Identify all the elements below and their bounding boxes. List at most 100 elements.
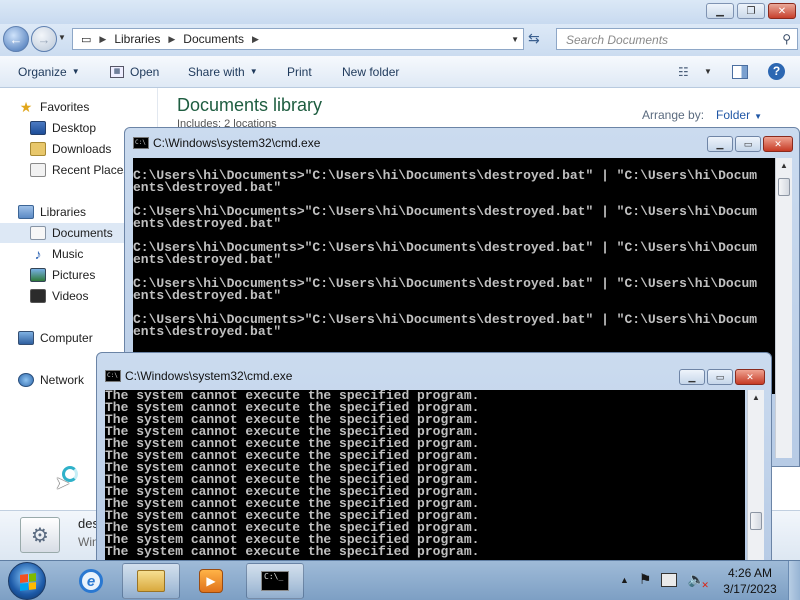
- taskbar-media-player[interactable]: ▶: [182, 563, 240, 599]
- cmd-caption-buttons: ▁ ▭ ✕: [679, 369, 765, 385]
- computer-icon: [18, 331, 34, 345]
- minimize-button[interactable]: ▁: [707, 136, 733, 152]
- vertical-scrollbar[interactable]: ▲: [747, 390, 764, 563]
- media-player-icon: ▶: [199, 569, 223, 593]
- cmd-titlebar[interactable]: C:\ C:\Windows\system32\cmd.exe: [133, 128, 320, 158]
- view-options-icon[interactable]: ☷: [678, 65, 689, 79]
- close-button[interactable]: ✕: [768, 3, 796, 19]
- chevron-right-icon[interactable]: ▶: [168, 34, 175, 45]
- console-output[interactable]: The system cannot execute the specified …: [105, 390, 745, 563]
- organize-menu[interactable]: Organize ▼: [18, 65, 80, 79]
- scroll-up-icon[interactable]: ▲: [748, 390, 764, 406]
- open-label: Open: [130, 64, 160, 79]
- sidebar-item-computer[interactable]: Computer: [18, 328, 93, 348]
- sidebar-item-label: Network: [40, 373, 85, 387]
- arrange-by: Arrange by: Folder ▼: [642, 108, 762, 122]
- breadcrumb-libraries[interactable]: Libraries: [114, 32, 160, 46]
- help-icon[interactable]: ?: [768, 63, 785, 80]
- start-button[interactable]: [8, 562, 46, 600]
- search-input[interactable]: Search Documents ⚲: [556, 28, 798, 50]
- videos-icon: [30, 289, 46, 303]
- sidebar-item-videos[interactable]: Videos: [30, 286, 88, 306]
- clock-date: 3/17/2023: [723, 582, 777, 596]
- vertical-scrollbar[interactable]: ▲: [775, 158, 792, 458]
- arrange-by-dropdown[interactable]: Folder: [716, 108, 750, 122]
- network-icon: [18, 373, 34, 387]
- organize-label: Organize: [18, 64, 67, 79]
- minimize-button[interactable]: ▁: [706, 3, 734, 19]
- console-line: ents\destroyed.bat": [133, 288, 282, 303]
- address-bar[interactable]: ▭ ▶ Libraries ▶ Documents ▶ ▼: [72, 28, 524, 50]
- cmd-title: C:\Windows\system32\cmd.exe: [125, 369, 293, 383]
- volume-muted-icon[interactable]: 🔈 ✕: [687, 571, 708, 590]
- network-status-icon[interactable]: [661, 572, 678, 587]
- taskbar-cmd[interactable]: C:\_: [246, 563, 304, 599]
- command-bar: Organize ▼ ▦ Open Share with ▼ Print New fo…: [0, 56, 800, 88]
- preview-pane-icon[interactable]: [732, 64, 748, 79]
- sidebar-item-label: Favorites: [40, 100, 90, 114]
- sidebar-item-favorites[interactable]: ★ Favorites: [18, 97, 90, 117]
- print-button[interactable]: Print: [287, 65, 312, 79]
- show-desktop-button[interactable]: [788, 561, 800, 600]
- back-button[interactable]: ←: [3, 26, 29, 52]
- maximize-button[interactable]: ▭: [735, 136, 761, 152]
- sidebar-item-downloads[interactable]: Downloads: [30, 139, 111, 159]
- forward-button[interactable]: →: [31, 26, 57, 52]
- minimize-button[interactable]: ▁: [679, 369, 705, 385]
- chevron-down-icon[interactable]: ▼: [754, 112, 762, 121]
- search-icon[interactable]: ⚲: [782, 32, 791, 46]
- open-icon: ▦: [110, 65, 124, 78]
- sidebar-item-network[interactable]: Network: [18, 370, 84, 390]
- new-folder-button[interactable]: New folder: [342, 65, 399, 79]
- taskbar-internet-explorer[interactable]: e: [62, 563, 120, 599]
- chevron-down-icon: ▼: [71, 67, 80, 76]
- recent-pages-dropdown-icon[interactable]: ▼: [58, 33, 66, 42]
- refresh-icon[interactable]: ⇆: [528, 30, 540, 47]
- scrollbar-thumb[interactable]: [778, 178, 790, 196]
- console-line: ents\destroyed.bat": [133, 252, 282, 267]
- scrollbar-thumb[interactable]: [750, 512, 762, 530]
- music-icon: ♪: [34, 246, 42, 262]
- sidebar-item-recent-places[interactable]: Recent Places: [30, 160, 129, 180]
- cmd-caption-buttons: ▁ ▭ ✕: [707, 136, 793, 152]
- sidebar-item-label: Recent Places: [52, 163, 130, 177]
- scroll-up-icon[interactable]: ▲: [776, 158, 792, 174]
- cmd-icon: C:\: [133, 137, 149, 149]
- print-label: Print: [287, 64, 312, 79]
- sidebar-item-label: Libraries: [40, 205, 87, 219]
- system-clock[interactable]: 4:26 AM 3/17/2023: [718, 565, 782, 597]
- busy-cursor-icon: [62, 466, 78, 482]
- cmd-titlebar[interactable]: C:\ C:\Windows\system32\cmd.exe: [105, 362, 292, 390]
- console-line: The system cannot execute the specified …: [105, 544, 480, 559]
- windows-logo-icon: [20, 573, 36, 591]
- taskbar: e ▶ C:\_ ▲ ⚑ 🔈 ✕ 4:26 AM 3/17/2023: [0, 560, 800, 600]
- share-with-menu[interactable]: Share with ▼: [188, 65, 258, 79]
- taskbar-explorer[interactable]: [122, 563, 180, 599]
- sidebar-item-label: Desktop: [52, 121, 97, 135]
- view-dropdown-icon[interactable]: ▼: [704, 67, 712, 76]
- recent-places-icon: [30, 163, 46, 177]
- cmd-window-front[interactable]: C:\ C:\Windows\system32\cmd.exe ▁ ▭ ✕ Th…: [96, 352, 772, 563]
- address-history-dropdown-icon[interactable]: ▼: [511, 35, 519, 44]
- libraries-icon: [18, 205, 34, 219]
- console-line: ents\destroyed.bat": [133, 324, 282, 339]
- maximize-button[interactable]: ❐: [737, 3, 765, 19]
- show-hidden-icons-icon[interactable]: ▲: [620, 575, 629, 585]
- sidebar-item-desktop[interactable]: Desktop: [30, 118, 96, 138]
- chevron-right-icon[interactable]: ▶: [252, 34, 259, 45]
- close-button[interactable]: ✕: [763, 136, 793, 152]
- console-line: ents\destroyed.bat": [133, 216, 282, 231]
- console-line: ents\destroyed.bat": [133, 180, 282, 195]
- explorer-titlebar[interactable]: ▁ ❐ ✕: [0, 0, 800, 24]
- sidebar-item-pictures[interactable]: Pictures: [30, 265, 95, 285]
- cmd-icon: C:\_: [261, 571, 289, 591]
- sidebar-item-music[interactable]: ♪ Music: [30, 244, 84, 264]
- close-button[interactable]: ✕: [735, 369, 765, 385]
- chevron-right-icon[interactable]: ▶: [99, 34, 106, 45]
- action-center-flag-icon[interactable]: ⚑: [639, 571, 652, 588]
- open-button[interactable]: ▦ Open: [110, 65, 159, 79]
- maximize-button[interactable]: ▭: [707, 369, 733, 385]
- batch-file-icon: ⚙: [20, 517, 60, 553]
- sidebar-item-libraries[interactable]: Libraries: [18, 202, 86, 222]
- breadcrumb-documents[interactable]: Documents: [183, 32, 244, 46]
